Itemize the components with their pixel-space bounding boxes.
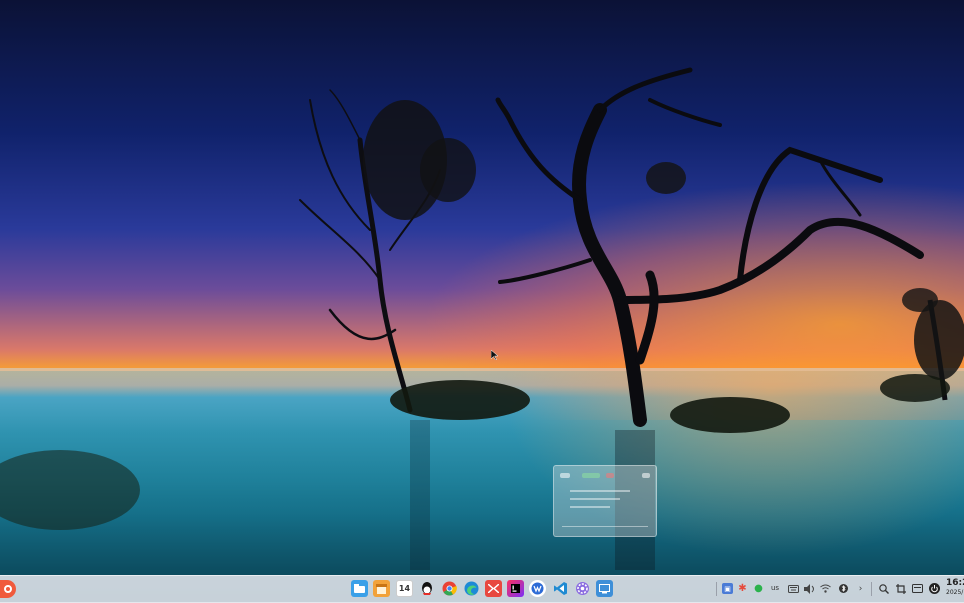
keyboard-icon[interactable] (788, 583, 799, 594)
thumbnail-line (570, 498, 620, 500)
power-icon[interactable] (929, 583, 940, 594)
thumbnail-bar (642, 473, 650, 478)
notification-icon[interactable] (912, 583, 923, 594)
calendar-icon[interactable]: 14 (396, 580, 413, 597)
thumbnail-line (570, 490, 630, 492)
thumbnail-line (570, 506, 610, 508)
writer-icon[interactable] (529, 580, 546, 597)
wifi-icon[interactable] (820, 583, 831, 594)
clock-date: 2025/ (946, 589, 964, 596)
intellij-icon[interactable] (507, 580, 524, 597)
window-thumbnail-preview[interactable] (553, 465, 657, 537)
taskbar: 14 ▣ ✱ ● us › 16: 2025/ (0, 575, 964, 603)
launcher-icon (4, 585, 12, 593)
vscode-icon[interactable] (552, 580, 569, 597)
system-settings-icon[interactable] (574, 580, 591, 597)
bluetooth-icon[interactable] (838, 583, 849, 594)
tree-silhouettes (0, 67, 964, 570)
tray-divider (716, 582, 717, 596)
edge-icon[interactable] (463, 580, 480, 597)
screenshot-tool-icon[interactable]: ▣ (722, 583, 733, 594)
chrome-icon[interactable] (441, 580, 458, 597)
mouse-pointer-icon (491, 350, 498, 360)
archive-manager-icon[interactable] (373, 580, 390, 597)
chevron-right-icon[interactable]: › (855, 583, 866, 594)
tray-divider (871, 582, 872, 596)
search-icon[interactable] (878, 583, 889, 594)
keyboard-layout-indicator[interactable]: us (771, 584, 779, 592)
desktop-wallpaper (0, 0, 964, 602)
recorder-icon[interactable]: ✱ (737, 583, 748, 594)
thumbnail-line (562, 526, 648, 527)
calendar-day: 14 (398, 584, 411, 593)
remote-desktop-icon[interactable] (596, 580, 613, 597)
launcher-button[interactable] (0, 580, 16, 598)
screen-crop-icon[interactable] (895, 583, 906, 594)
qq-icon[interactable] (418, 580, 435, 597)
file-manager-icon[interactable] (351, 580, 368, 597)
thumbnail-bar (582, 473, 600, 478)
volume-icon[interactable] (804, 583, 815, 594)
thumbnail-bar (606, 473, 614, 478)
xmind-icon[interactable] (485, 580, 502, 597)
clock-time: 16:2 (946, 578, 964, 588)
thumbnail-bar (560, 473, 570, 478)
wechat-icon[interactable]: ● (753, 583, 764, 594)
clock[interactable]: 16:2 2025/ (946, 578, 964, 597)
